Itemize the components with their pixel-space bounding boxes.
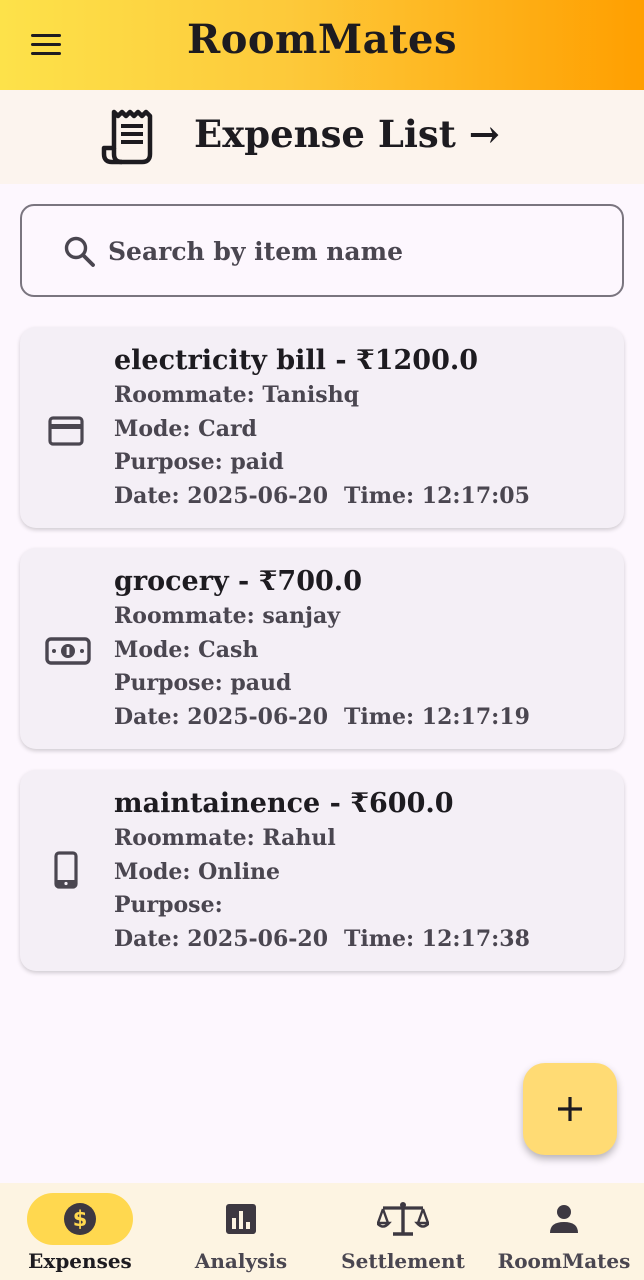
plus-icon bbox=[558, 1097, 582, 1121]
dollar-coin-icon: $ bbox=[64, 1203, 96, 1235]
page-title: Expense List → bbox=[194, 112, 500, 156]
expense-roommate: Roommate: sanjay bbox=[114, 603, 341, 629]
svg-text:$: $ bbox=[73, 1207, 88, 1231]
add-expense-button[interactable] bbox=[523, 1063, 617, 1155]
balance-scale-icon bbox=[377, 1202, 429, 1236]
nav-label: Analysis bbox=[194, 1249, 288, 1273]
person-icon bbox=[550, 1205, 578, 1233]
search-icon bbox=[64, 236, 95, 267]
expense-purpose: Purpose: paid bbox=[114, 449, 284, 475]
app-title: RoomMates bbox=[186, 16, 458, 63]
search-bar[interactable] bbox=[20, 204, 624, 297]
expense-time: Time: 12:17:19 bbox=[344, 703, 530, 730]
nav-label: Settlement bbox=[341, 1249, 465, 1273]
expense-roommate: Roommate: Tanishq bbox=[114, 382, 360, 408]
bar-chart-icon bbox=[226, 1204, 256, 1234]
nav-item-analysis[interactable]: Analysis bbox=[188, 1183, 294, 1280]
expense-time: Time: 12:17:38 bbox=[344, 925, 530, 952]
expense-title: electricity bill - ₹1200.0 bbox=[114, 345, 479, 376]
expense-title: maintainence - ₹600.0 bbox=[114, 788, 454, 819]
bottom-navigation: $ Expenses Analysis Settlement RoomMates bbox=[0, 1183, 644, 1280]
nav-label: Expenses bbox=[28, 1249, 132, 1273]
expense-card-electricity-bill[interactable]: electricity bill - ₹1200.0 Roommate: Tan… bbox=[20, 327, 624, 528]
expense-purpose: Purpose: bbox=[114, 892, 223, 918]
search-input[interactable] bbox=[108, 226, 598, 276]
nav-item-settlement[interactable]: Settlement bbox=[340, 1183, 466, 1280]
expense-time: Time: 12:17:05 bbox=[344, 482, 530, 509]
expense-mode: Mode: Card bbox=[114, 415, 257, 442]
expense-purpose: Purpose: paud bbox=[114, 670, 292, 696]
expense-date: Date: 2025-06-20 bbox=[114, 703, 328, 730]
credit-card-icon bbox=[48, 416, 84, 446]
expense-card-grocery[interactable]: grocery - ₹700.0 Roommate: sanjay Mode: … bbox=[20, 548, 624, 749]
expense-mode: Mode: Cash bbox=[114, 636, 259, 663]
expense-mode: Mode: Online bbox=[114, 858, 281, 885]
receipt-icon bbox=[101, 109, 153, 165]
expense-card-maintainence[interactable]: maintainence - ₹600.0 Roommate: Rahul Mo… bbox=[20, 770, 624, 971]
expense-roommate: Roommate: Rahul bbox=[114, 825, 336, 851]
expense-title: grocery - ₹700.0 bbox=[114, 566, 362, 597]
expense-date: Date: 2025-06-20 bbox=[114, 925, 328, 952]
smartphone-icon bbox=[54, 851, 78, 889]
expense-date: Date: 2025-06-20 bbox=[114, 482, 328, 509]
nav-label: RoomMates bbox=[497, 1249, 631, 1273]
nav-item-roommates[interactable]: RoomMates bbox=[494, 1183, 634, 1280]
app-bar: RoomMates bbox=[0, 0, 644, 90]
nav-item-expenses[interactable]: $ Expenses bbox=[27, 1183, 133, 1280]
cash-icon bbox=[45, 637, 91, 665]
